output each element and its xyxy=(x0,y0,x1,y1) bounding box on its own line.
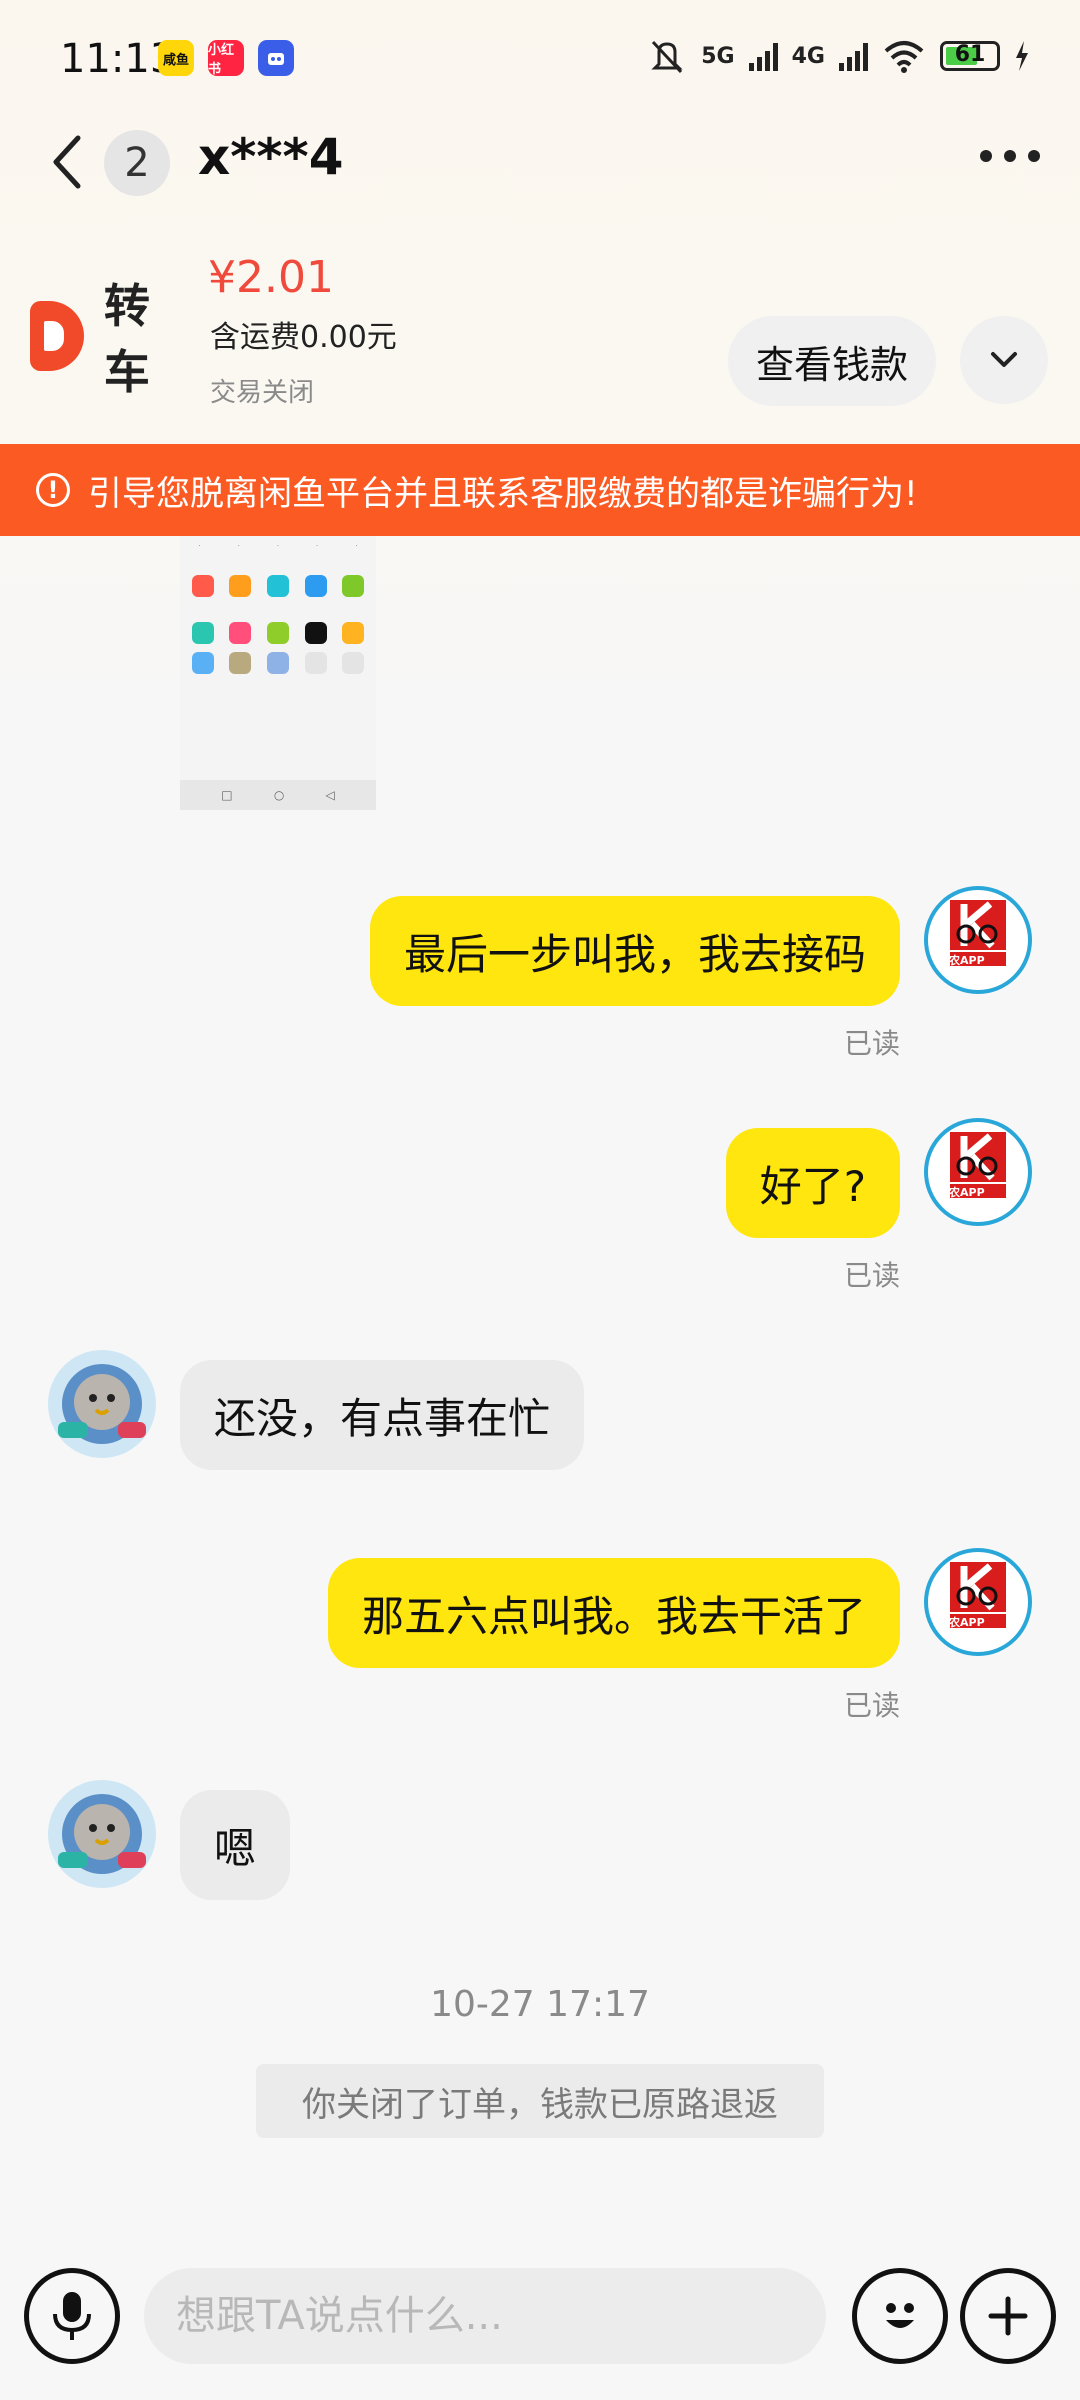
product-logo xyxy=(30,301,84,371)
bot-app-icon xyxy=(258,40,294,76)
product-thumb-text: 转车 xyxy=(103,279,152,399)
back-icon[interactable] xyxy=(48,132,84,192)
contact-avatar[interactable] xyxy=(48,1780,156,1888)
my-avatar-label: 卡农APP xyxy=(938,954,985,967)
my-avatar-label: 卡农APP xyxy=(938,1616,985,1629)
shipping-fee: 含运费0.00元 xyxy=(210,320,397,355)
order-price: ¥2.01 xyxy=(208,252,334,303)
unread-count-badge[interactable]: 2 xyxy=(104,130,170,196)
message-bubble-received[interactable]: 嗯 xyxy=(180,1790,291,1900)
read-status: 已读 xyxy=(843,1027,900,1060)
fraud-warning-banner: ! 引导您脱离闲鱼平台并且联系客服缴费的都是诈骗行为! xyxy=(0,444,1080,536)
read-status: 已读 xyxy=(843,1259,900,1292)
battery-icon: 61 xyxy=(940,41,1000,71)
signal-icon xyxy=(748,41,778,71)
chevron-down-icon xyxy=(991,352,1017,367)
image-section-2 xyxy=(186,607,376,618)
microphone-icon xyxy=(53,2292,91,2340)
expand-order-button[interactable] xyxy=(960,316,1048,404)
network-5g: 5G xyxy=(701,43,735,69)
mute-icon xyxy=(651,40,683,74)
signal-icon-2 xyxy=(839,41,868,71)
chat-title: x***4 xyxy=(198,128,344,186)
emoji-icon xyxy=(886,2303,914,2328)
my-avatar-label: 卡农APP xyxy=(938,1186,985,1199)
message-bubble-sent[interactable]: 最后一步叫我，我去接码 xyxy=(369,896,900,1006)
warning-icon: ! xyxy=(36,473,70,507)
warning-text: 引导您脱离闲鱼平台并且联系客服缴费的都是诈骗行为! xyxy=(88,473,918,514)
network-4g: 4G xyxy=(791,43,825,69)
emoji-button[interactable] xyxy=(852,2268,948,2364)
xiaohongshu-icon: 小红书 xyxy=(208,40,244,77)
image-nav-bar: □ ○ ◁ xyxy=(180,780,376,810)
system-notice: 你关闭了订单，钱款已原路退返 xyxy=(256,2064,824,2138)
message-input[interactable] xyxy=(144,2268,826,2364)
more-icon[interactable] xyxy=(980,150,1040,162)
plus-icon xyxy=(988,2296,1028,2336)
message-bubble-received[interactable]: 还没，有点事在忙 xyxy=(180,1360,585,1470)
status-icons: 5G 4G 61 xyxy=(647,38,1030,74)
message-bubble-sent[interactable]: 好了? xyxy=(725,1128,900,1238)
view-money-button[interactable]: 查看钱款 xyxy=(728,316,936,406)
product-thumbnail[interactable]: 转车 xyxy=(30,279,190,399)
image-message[interactable]: · · · · · □ ○ ◁ xyxy=(180,536,376,810)
add-button[interactable] xyxy=(960,2268,1056,2364)
xianyu-icon: 咸鱼 xyxy=(158,40,194,76)
contact-avatar[interactable] xyxy=(48,1350,156,1458)
image-section-1 xyxy=(186,560,376,571)
wifi-icon xyxy=(884,41,924,73)
voice-button[interactable] xyxy=(24,2268,120,2364)
charging-icon xyxy=(1016,41,1028,71)
message-timestamp: 10-27 17:17 xyxy=(430,1984,650,2025)
trade-status: 交易关闭 xyxy=(210,378,315,408)
read-status: 已读 xyxy=(843,1689,900,1722)
message-bubble-sent[interactable]: 那五六点叫我。我去干活了 xyxy=(327,1558,900,1668)
my-avatar[interactable] xyxy=(924,886,1032,994)
my-avatar[interactable] xyxy=(924,1548,1032,1656)
my-avatar[interactable] xyxy=(924,1118,1032,1226)
